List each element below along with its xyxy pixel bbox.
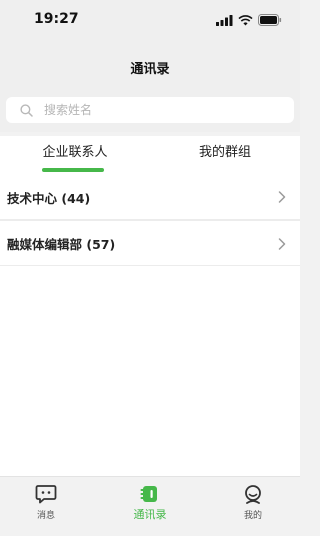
tab-my-groups[interactable]: 我的群组 <box>150 136 300 174</box>
tab-bar-label-active: 通讯录 <box>133 508 167 521</box>
tab-bar-label: 消息 <box>36 511 55 521</box>
tab-bar-item-contacts[interactable]: 通讯录 <box>115 483 185 522</box>
page-title: 通讯录 <box>130 62 170 77</box>
status-icons <box>216 13 282 27</box>
contacts-panel: 企业联系人 我的群组 技术中心 (44) 融媒体编辑部 (57) <box>0 136 300 476</box>
tab-bar-item-profile[interactable]: 我的 <box>218 483 288 521</box>
search-input[interactable] <box>44 103 274 117</box>
search-icon <box>20 103 34 117</box>
tab-bar-item-messages[interactable]: 消息 <box>11 483 81 521</box>
tab-bar-label: 我的 <box>243 511 262 521</box>
search-area <box>0 92 300 132</box>
status-time: 19:27 <box>34 11 79 27</box>
battery-icon <box>258 14 282 26</box>
nav-bar: 通讯录 <box>0 40 300 92</box>
chevron-right-icon <box>278 238 286 250</box>
department-label: 技术中心 (44) <box>7 190 91 206</box>
list-item-department[interactable]: 融媒体编辑部 (57) <box>0 220 300 266</box>
chevron-right-icon <box>278 191 286 203</box>
department-label: 融媒体编辑部 (57) <box>7 237 116 252</box>
status-bar: 19:27 <box>0 0 300 40</box>
signal-icon <box>216 14 233 26</box>
active-tab-indicator <box>42 168 104 172</box>
contacts-icon <box>140 486 157 502</box>
wifi-icon <box>238 14 253 25</box>
profile-icon <box>245 485 261 504</box>
search-box[interactable] <box>6 97 294 123</box>
bottom-tab-bar: 消息 通讯录 我的 <box>0 476 300 536</box>
message-icon <box>35 485 57 504</box>
tab-strip: 企业联系人 我的群组 <box>0 136 300 174</box>
list-item-department[interactable]: 技术中心 (44) <box>0 174 300 220</box>
